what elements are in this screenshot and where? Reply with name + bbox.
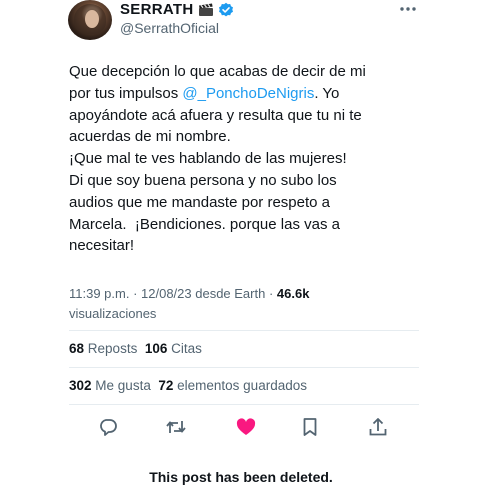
reply-icon[interactable] [97, 416, 119, 438]
tweet-text-line1: Que decepción lo que acabas de decir de … [69, 63, 366, 80]
clapper-board-icon [198, 3, 214, 17]
reposts-stat[interactable]: 68 Reposts [69, 341, 137, 356]
quotes-stat[interactable]: 106 Citas [145, 341, 202, 356]
tweet-text-line2-suffix: . Yo [314, 84, 340, 102]
reposts-count: 68 [69, 341, 85, 356]
bookmark-icon[interactable] [299, 416, 321, 438]
tweet-card: SERRATH @SerrathOficial Que decepción lo… [56, 0, 428, 455]
tweet-text: Que decepción lo que acabas de decir de … [69, 61, 419, 257]
action-bar [69, 412, 419, 440]
avatar[interactable] [68, 0, 112, 40]
like-icon[interactable] [235, 416, 257, 438]
views-count: 46.6k [276, 286, 310, 301]
avatar-face [85, 10, 99, 28]
verified-badge-icon [218, 2, 234, 18]
share-icon[interactable] [367, 416, 389, 438]
quotes-label: Citas [171, 341, 202, 356]
more-options-icon[interactable] [398, 2, 418, 16]
divider [69, 367, 419, 368]
reposts-label: Reposts [87, 341, 138, 356]
likes-stat[interactable]: 302 Me gusta [69, 378, 151, 393]
timestamp[interactable]: 11:39 p.m. · 12/08/23 desde Earth · [69, 286, 277, 301]
views-label: visualizaciones [69, 306, 157, 321]
reposts-quotes-row: 68 Reposts 106 Citas [69, 341, 202, 356]
display-name[interactable]: SERRATH [120, 1, 194, 18]
repost-icon[interactable] [165, 416, 187, 438]
tweet-text-line2-prefix: por tus impulsos [69, 84, 183, 102]
tweet-meta: 11:39 p.m. · 12/08/23 desde Earth · 46.6… [69, 284, 409, 324]
handle[interactable]: @SerrathOficial [120, 20, 219, 36]
name-row: SERRATH [120, 1, 234, 18]
quotes-count: 106 [144, 341, 168, 356]
bookmarks-label: elementos guardados [177, 378, 307, 393]
tweet-text-rest: apoyándote acá afuera y resulta que tu n… [69, 106, 362, 255]
deleted-notice: This post has been deleted. [149, 469, 333, 485]
likes-bookmarks-row: 302 Me gusta 72 elementos guardados [69, 378, 307, 393]
likes-label: Me gusta [95, 378, 151, 393]
bookmarks-stat[interactable]: 72 elementos guardados [158, 378, 307, 393]
bookmarks-count: 72 [158, 378, 174, 393]
divider [69, 330, 419, 331]
mention-link[interactable]: @_PonchoDeNigris [182, 85, 314, 102]
likes-count: 302 [69, 378, 92, 393]
tweet-header: SERRATH @SerrathOficial [68, 0, 418, 46]
divider [69, 404, 419, 405]
